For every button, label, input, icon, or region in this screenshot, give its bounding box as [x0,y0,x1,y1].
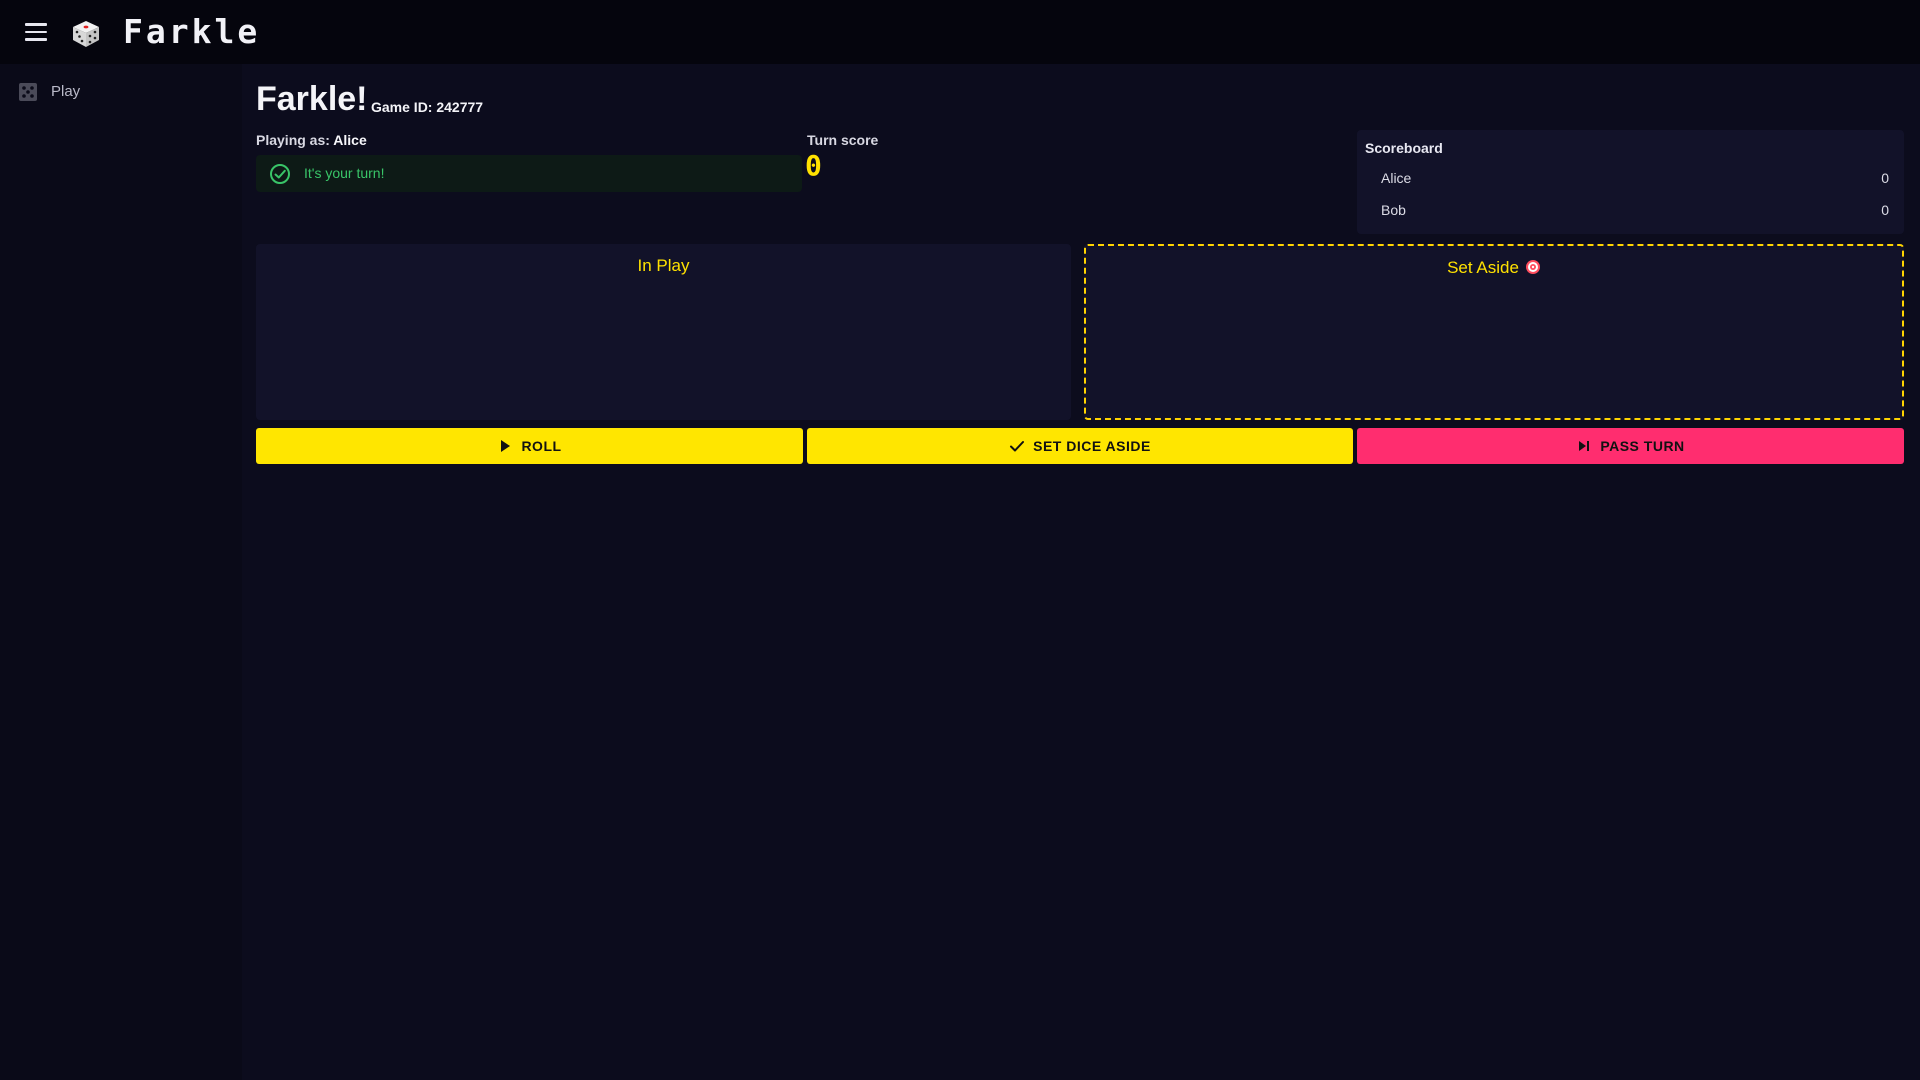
playing-as-label: Playing as: [256,132,330,148]
target-icon [1525,260,1540,274]
play-icon [501,440,511,452]
die-icon [73,21,99,47]
status-message: It's your turn! [304,165,385,181]
sidebar-item-play[interactable]: Play [0,72,242,124]
scoreboard-row: Bob 0 [1381,202,1889,226]
roll-button-label: ROLL [521,438,562,454]
turn-score-label: Turn score [807,132,879,148]
set-aside-zone[interactable]: Set Aside [1084,244,1904,420]
turn-status-alert: It's your turn! [256,155,802,192]
pass-turn-button[interactable]: PASS TURN [1357,428,1904,464]
set-aside-heading: Set Aside [1086,258,1902,278]
player-name: Bob [1381,202,1406,218]
app-title: Farkle [123,12,261,51]
playing-as: Playing as: Alice [256,132,367,148]
player-name: Alice [333,132,367,148]
scoreboard: Scoreboard Alice 0 Bob 0 [1357,130,1904,234]
player-score: 0 [1881,170,1889,186]
game-id: Game ID: 242777 [371,99,484,115]
set-aside-title: Set Aside [1447,258,1519,277]
in-play-title: In Play [637,256,690,275]
hamburger-icon-bar [25,38,47,41]
pass-turn-button-label: PASS TURN [1600,438,1685,454]
checkmark-icon [1010,441,1025,452]
app-bar: Farkle [0,0,1920,64]
menu-button[interactable] [23,20,49,44]
roll-button[interactable]: ROLL [256,428,803,464]
main-content: Farkle! Game ID: 242777 Playing as: Alic… [242,64,1920,1080]
scoreboard-title: Scoreboard [1365,140,1443,156]
in-play-zone[interactable]: In Play [256,244,1071,420]
check-circle-icon [270,164,290,184]
player-name: Alice [1381,170,1412,186]
sidebar-item-label: Play [51,83,81,100]
hamburger-icon-bar [25,23,47,26]
player-score: 0 [1881,202,1889,218]
set-dice-aside-button-label: SET DICE ASIDE [1033,438,1151,454]
sidebar: Play [0,64,242,1080]
scoreboard-row: Alice 0 [1381,170,1889,194]
hamburger-icon-bar [25,30,47,34]
skip-next-icon [1579,441,1590,451]
page-title: Farkle! [256,80,368,118]
turn-score-value: 0 [805,149,822,182]
dice-grid-icon [19,83,37,101]
set-dice-aside-button[interactable]: SET DICE ASIDE [807,428,1353,464]
